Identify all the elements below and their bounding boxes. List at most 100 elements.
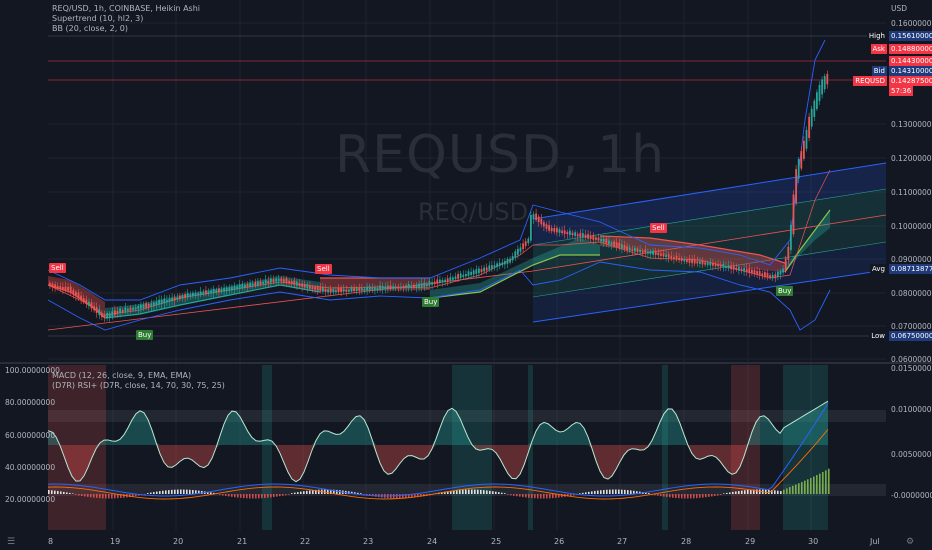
candle-body [98,309,101,316]
macd-histogram-bar [81,494,83,496]
candle-body [446,278,449,282]
macd-histogram-bar [273,494,275,498]
candle-body [51,283,54,287]
rsi-tick-label: 80.00000000 [5,398,56,407]
macd-histogram-bar [150,492,152,494]
macd-tick-label: 0.00500000 [891,450,932,459]
sell-signal-label: Sell [315,264,332,274]
macd-histogram-bar [51,490,53,494]
signal-zone [783,365,828,530]
candle-body [337,287,340,293]
time-tick-label: 19 [110,537,121,546]
main-legend: REQ/USD, 1h, COINBASE, Heikin Ashi Super… [52,4,200,34]
candle-body [816,92,818,109]
candle-body [511,256,514,261]
macd-histogram-bar [708,494,710,497]
macd-histogram-bar [807,479,809,494]
candle-body [670,256,673,259]
candle-body [732,265,735,270]
macd-histogram-bar [459,489,461,494]
candle-body [532,214,535,219]
candle-body [160,299,163,304]
macd-histogram-bar [822,472,824,494]
macd-histogram-bar [210,492,212,494]
candle-body [459,273,462,279]
price-label-value: 0.15610000 [889,31,932,41]
bb-legend[interactable]: BB (20, close, 2, 0) [52,24,200,34]
macd-histogram-bar [288,494,290,495]
candle-body [348,289,350,292]
candle-body [173,297,176,301]
rsi-tick-label: 40.00000000 [5,463,56,472]
candle-body [288,280,290,284]
symbol-legend[interactable]: REQ/USD, 1h, COINBASE, Heikin Ashi [52,4,200,14]
macd-histogram-bar [102,494,104,499]
macd-histogram-bar [828,468,830,494]
candle-body [704,262,706,265]
macd-histogram-bar [498,492,500,494]
macd-histogram-bar [630,490,632,494]
macd-histogram-bar [612,489,614,494]
candle-body [116,310,119,314]
candle-body [582,233,584,238]
candle-body [384,286,387,290]
macd-histogram-bar [789,487,791,494]
price-label-name: REQUSD [853,76,887,86]
candle-body [124,307,127,312]
rsi-tick-label: 60.00000000 [5,431,56,440]
supertrend-legend[interactable]: Supertrend (10, hl2, 3) [52,14,200,24]
candle-body [491,265,493,269]
gear-icon[interactable]: ☰ [7,537,15,547]
macd-histogram-bar [252,494,254,499]
candle-body [808,116,810,138]
candle-body [509,258,511,263]
candle-body [563,230,566,234]
candle-body [652,250,654,255]
candle-body [485,267,488,271]
macd-histogram-bar [609,489,611,494]
macd-histogram-bar [399,494,401,499]
candle-body [738,266,740,271]
candle-body [803,140,805,159]
candle-body [431,282,433,285]
buy-signal-label: Buy [776,286,794,296]
macd-histogram-bar [111,494,113,499]
candle-body [207,291,210,294]
candle-body [218,288,220,293]
macd-histogram-bar [306,490,308,494]
candle-body [132,307,134,310]
macd-histogram-bar [177,489,179,494]
candle-body [566,232,569,235]
candle-body [129,307,132,311]
candle-body [680,258,683,261]
candle-body [272,279,275,282]
macd-histogram-bar [816,475,818,494]
macd-histogram-bar [621,489,623,494]
candle-body [618,242,621,248]
candle-body [433,281,436,285]
settings-icon[interactable]: ⚙ [906,537,914,547]
candle-body [610,242,613,245]
candle-body [121,310,124,313]
macd-histogram-bar [255,494,257,499]
macd-histogram-bar [249,494,251,499]
candle-body [465,274,467,277]
time-tick-label: 25 [491,537,502,546]
macd-histogram-bar [672,494,674,498]
macd-histogram-bar [735,491,737,494]
macd-histogram-bar [507,494,509,495]
candle-body [72,289,75,295]
macd-histogram-bar [711,494,713,497]
candle-body [418,283,420,288]
macd-legend[interactable]: MACD (12, 26, close, 9, EMA, EMA) [52,371,225,381]
time-tick-label: 30 [808,537,819,546]
chart-canvas[interactable] [0,0,932,550]
candle-body [202,292,205,295]
macd-histogram-bar [594,490,596,494]
rsi-legend[interactable]: (D7R) RSI+ (D7R, close, 14, 70, 30, 75, … [52,381,225,391]
buy-signal-label: Buy [136,330,154,340]
macd-histogram-bar [468,489,470,494]
price-label-value: 0.08713877 [889,264,932,274]
candle-body [426,283,428,286]
candle-body [223,288,225,292]
